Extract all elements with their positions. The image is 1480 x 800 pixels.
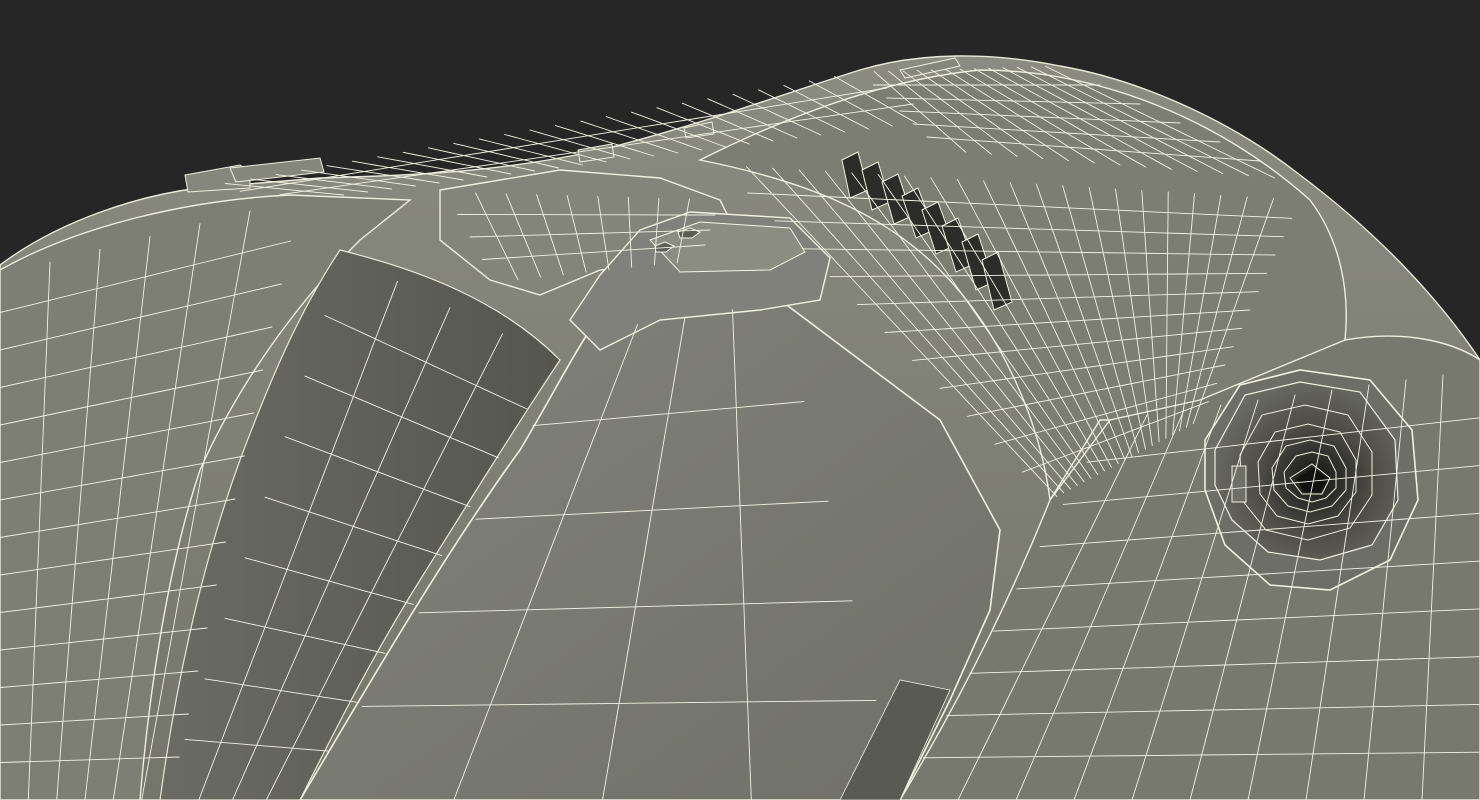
render-viewport — [0, 0, 1480, 800]
wireframe-render — [0, 0, 1480, 800]
mesh-forehead-v — [457, 214, 716, 216]
ear-socket-tab — [1231, 465, 1247, 503]
